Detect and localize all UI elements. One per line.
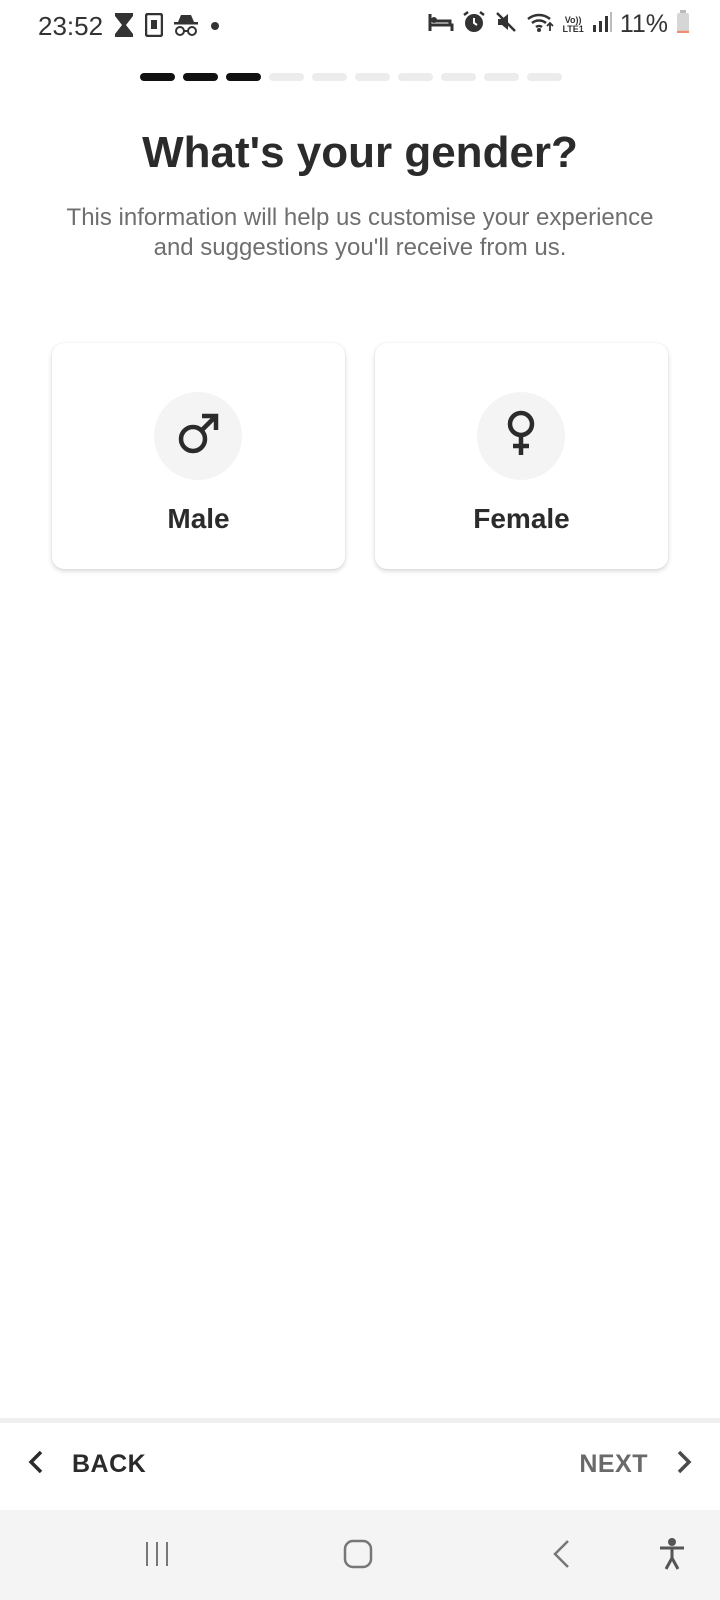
- male-icon-circle: [154, 392, 242, 480]
- page-subtitle: This information will help us customise …: [66, 204, 654, 261]
- chevron-left-icon: [26, 1449, 46, 1480]
- progress-step-complete: [183, 73, 218, 81]
- status-bar: 23:52 Vo)) LTE1 11%: [0, 0, 720, 54]
- female-option-card[interactable]: Female: [375, 343, 668, 569]
- next-button[interactable]: NEXT: [579, 1449, 694, 1480]
- female-icon-circle: [477, 392, 565, 480]
- incognito-icon: [173, 13, 199, 42]
- volte-bottom-label: LTE1: [562, 23, 584, 34]
- dot-icon: [209, 13, 221, 42]
- wifi-icon: [526, 11, 555, 38]
- recent-apps-icon[interactable]: [135, 1534, 179, 1574]
- status-right-icons: Vo)) LTE1 11%: [420, 10, 690, 39]
- male-option-label: Male: [167, 503, 230, 534]
- progress-step-pending: [312, 73, 347, 81]
- page-title: What's your gender?: [142, 128, 578, 177]
- home-icon[interactable]: [336, 1534, 380, 1574]
- alarm-icon: [462, 10, 486, 39]
- progress-stepper: [140, 73, 570, 81]
- progress-step-pending: [527, 73, 562, 81]
- screen: 23:52 Vo)) LTE1 11% What's your gender? …: [0, 0, 720, 1600]
- status-time: 23:52: [38, 11, 104, 41]
- progress-step-pending: [355, 73, 390, 81]
- progress-step-pending: [269, 73, 304, 81]
- mute-icon: [494, 10, 518, 39]
- signal-icon: [592, 11, 612, 38]
- battery-percent: 11%: [619, 10, 668, 38]
- accessibility-icon[interactable]: [650, 1534, 694, 1574]
- back-button-label: BACK: [72, 1450, 147, 1478]
- hourglass-icon: [113, 12, 135, 43]
- female-option-label: Female: [473, 503, 570, 534]
- volte-icon: Vo)) LTE1: [562, 15, 584, 34]
- back-icon[interactable]: [540, 1534, 584, 1574]
- progress-step-pending: [484, 73, 519, 81]
- chevron-right-icon: [674, 1449, 694, 1480]
- bottom-action-bar: BACK NEXT: [0, 1418, 720, 1515]
- battery-icon: [676, 10, 690, 39]
- progress-step-complete: [226, 73, 261, 81]
- bed-icon: [428, 11, 454, 38]
- progress-step-pending: [398, 73, 433, 81]
- female-symbol-icon: [501, 409, 541, 464]
- next-button-label: NEXT: [579, 1450, 648, 1478]
- progress-step-complete: [140, 73, 175, 81]
- male-option-card[interactable]: Male: [52, 343, 345, 569]
- sim-card-icon: [144, 12, 164, 42]
- status-left-icons: [113, 12, 231, 43]
- male-symbol-icon: [175, 411, 221, 462]
- system-nav-bar: [0, 1510, 720, 1600]
- progress-step-pending: [441, 73, 476, 81]
- back-button[interactable]: BACK: [26, 1449, 146, 1480]
